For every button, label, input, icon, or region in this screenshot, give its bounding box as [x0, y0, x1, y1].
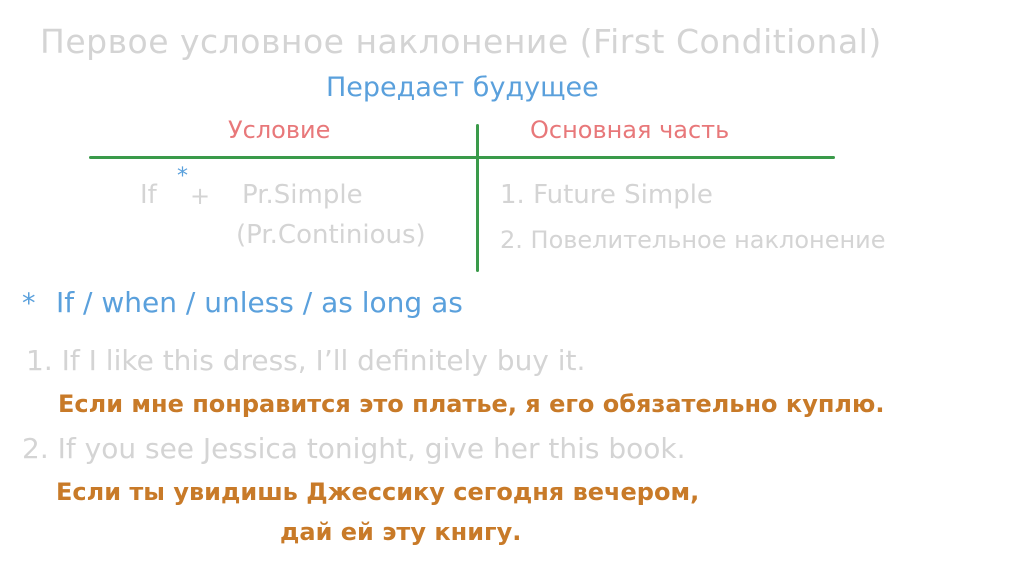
table-horizontal-line [89, 156, 835, 159]
right-column-header: Основная часть [530, 116, 730, 144]
page-title: Первое условное наклонение (First Condit… [40, 22, 882, 61]
table-vertical-line [476, 124, 479, 272]
condition-plus: + [190, 182, 211, 210]
example-2-translation-line-2: дай ей эту книгу. [280, 518, 522, 546]
left-column-header: Условие [228, 116, 331, 144]
condition-tense-2: (Pr.Continious) [236, 220, 426, 250]
condition-tense-1: Pr.Simple [242, 180, 363, 210]
condition-asterisk: * [177, 164, 188, 189]
example-2-translation-line-1: Если ты увидишь Джессику сегодня вечером… [56, 478, 700, 506]
condition-if: If [140, 180, 157, 210]
main-clause-item-1: 1. Future Simple [500, 180, 713, 210]
note-asterisk: * [22, 288, 36, 319]
main-clause-item-2: 2. Повелительное наклонение [500, 226, 886, 254]
example-2-english: 2. If you see Jessica tonight, give her … [22, 432, 686, 465]
conjunctions-note: If / when / unless / as long as [56, 286, 463, 319]
subtitle: Передает будущее [326, 72, 599, 103]
example-1-translation: Если мне понравится это платье, я его об… [58, 390, 885, 418]
example-1-english: 1. If I like this dress, I’ll definitely… [26, 344, 586, 377]
